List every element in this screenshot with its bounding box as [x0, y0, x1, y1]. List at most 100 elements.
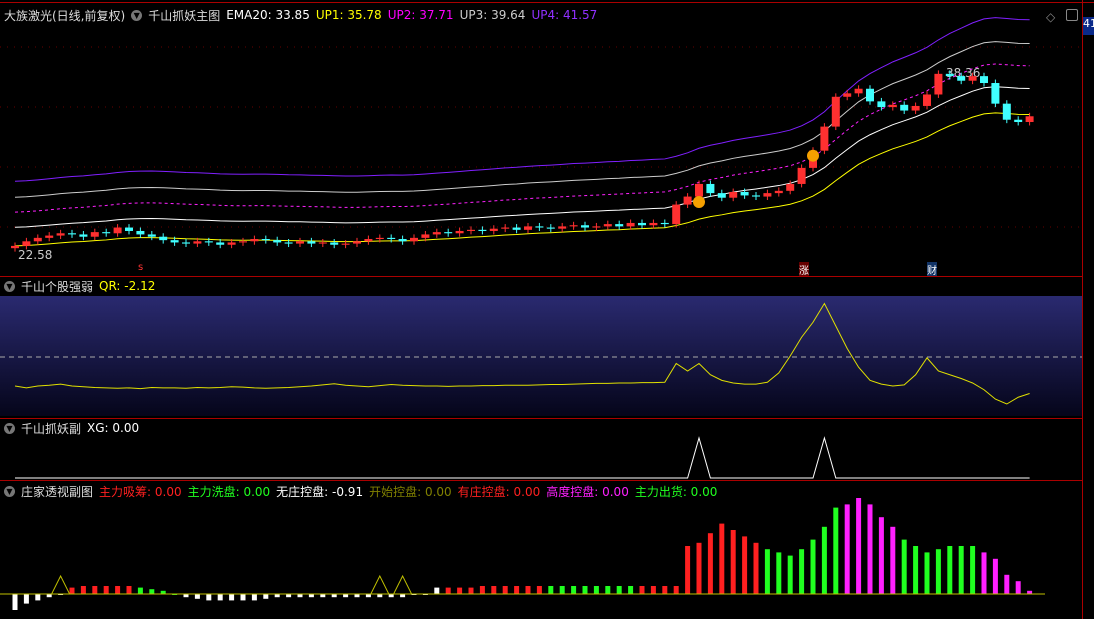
candle-body [638, 222, 646, 226]
buy-signal-icon [807, 149, 819, 162]
zj-bar [92, 586, 98, 594]
candle-body [957, 76, 966, 81]
candle-body [900, 104, 909, 111]
candle-body [763, 193, 772, 197]
candle-body [261, 239, 270, 241]
candle-body [398, 239, 407, 242]
candle-body [56, 233, 65, 236]
zj-bar [901, 539, 907, 594]
candle-body [786, 183, 795, 191]
candle-body [90, 232, 99, 237]
zj-bar [913, 546, 919, 594]
candle-body [1014, 119, 1023, 123]
candle-body [170, 240, 179, 243]
candle-body [797, 167, 806, 184]
zj-bar [149, 589, 155, 594]
candle-body [239, 241, 247, 243]
candle-body [968, 76, 977, 81]
zj-bar [958, 546, 964, 594]
zj-bar [992, 558, 998, 594]
zj-bar [799, 549, 805, 594]
band-line-0 [14, 112, 1030, 247]
band-line-1 [14, 86, 1030, 228]
candle-body [432, 232, 441, 235]
candle-body [467, 229, 475, 231]
candle-body [603, 224, 612, 227]
candle-body [227, 242, 236, 245]
zj-bar [12, 594, 18, 610]
zj-bar [810, 539, 816, 594]
zj-bar [115, 586, 121, 594]
candle-body [318, 242, 327, 244]
zj-bar [445, 587, 451, 594]
candle-body [193, 241, 202, 244]
chart-canvas[interactable] [0, 0, 1082, 619]
zj-bar [685, 546, 691, 594]
zj-bar [206, 594, 212, 601]
zj-bar [35, 594, 41, 601]
xg-line [15, 436, 1030, 479]
qr-background [0, 296, 1082, 416]
zj-bar [787, 555, 793, 594]
zj-bar [981, 552, 987, 594]
candle-body [68, 233, 76, 235]
candle-body [364, 239, 373, 242]
candle-body [581, 225, 589, 228]
zj-bar [821, 526, 827, 594]
candle-body [512, 227, 521, 230]
zj-bar [696, 542, 702, 594]
candle-body [672, 204, 681, 225]
candle-body [888, 104, 897, 108]
zj-bar [457, 587, 463, 594]
candle-body [535, 226, 544, 228]
zj-bar [263, 594, 269, 599]
zj-bar [69, 587, 75, 594]
candle-body [934, 73, 943, 95]
zj-bar [890, 526, 896, 594]
zj-bar [742, 536, 748, 594]
candle-body [375, 237, 384, 240]
candle-body [854, 88, 863, 94]
candle-body [478, 229, 487, 231]
candle-body [11, 245, 19, 249]
candle-body [991, 83, 1000, 104]
candle-body [330, 242, 339, 245]
candle-body [911, 105, 920, 111]
candle-body [341, 243, 350, 245]
zj-triangle [392, 574, 413, 595]
candle-body [866, 88, 874, 102]
zj-bar [194, 594, 200, 599]
zj-bar [673, 586, 679, 594]
zj-bar [753, 542, 759, 594]
candle-body [216, 242, 225, 245]
candle-body [695, 183, 703, 197]
zj-bar [536, 586, 542, 594]
candle-body [444, 232, 453, 234]
zj-bar [525, 586, 531, 594]
zj-bar [935, 549, 941, 594]
candle-body [877, 101, 886, 108]
zj-bar [548, 586, 554, 594]
zj-bar [605, 586, 611, 594]
candle-body [592, 226, 601, 228]
candle-body [820, 126, 829, 151]
zj-bar [1015, 581, 1021, 594]
zj-bar [582, 586, 588, 594]
candle-body [729, 191, 738, 198]
candle-body [524, 226, 532, 230]
zj-bar [764, 549, 770, 594]
candle-body [410, 237, 418, 242]
zj-bar [639, 586, 645, 594]
buy-signal-icon [693, 195, 705, 208]
zj-bar [479, 586, 485, 594]
band-line-3 [14, 41, 1030, 198]
zj-bar [23, 594, 29, 604]
candle-body [831, 96, 840, 127]
zj-bar [240, 594, 246, 601]
zj-bar [730, 530, 736, 594]
zj-bar [103, 586, 109, 594]
zj-bar [924, 552, 930, 594]
band-line-4 [14, 17, 1030, 182]
candle-body [1002, 103, 1011, 120]
candle-body [569, 225, 578, 227]
